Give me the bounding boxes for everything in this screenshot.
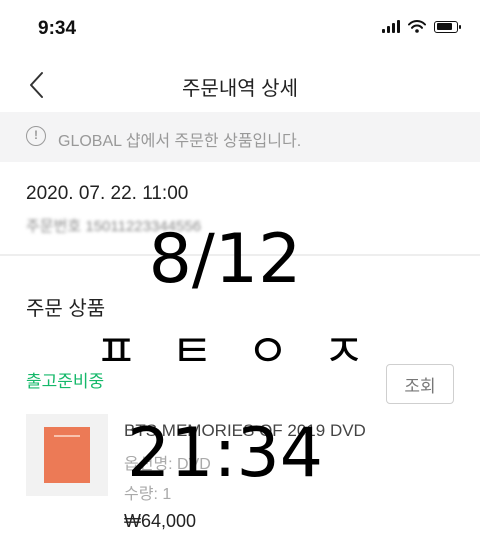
shipping-status: 출고준비중 <box>26 372 105 391</box>
overlay-letter: ㅈ <box>322 324 365 378</box>
overlay-letter: ㅇ <box>246 324 290 378</box>
overlay-letters: ㅍ ㅌ ㅇ ㅈ <box>95 326 365 376</box>
overlay-letter: ㅌ <box>170 324 214 378</box>
info-icon: ! <box>26 126 46 146</box>
overlay-time: 21:34 <box>127 414 323 493</box>
wifi-icon <box>408 20 426 33</box>
overlay-letter: ㅍ <box>95 324 138 378</box>
battery-icon <box>434 20 461 33</box>
notice-text: GLOBAL 샵에서 주문한 상품입니다. <box>58 133 302 150</box>
overlay-date: 8/12 <box>148 220 302 299</box>
status-icons <box>382 20 461 33</box>
cellular-signal-icon <box>382 20 400 33</box>
status-time: 9:34 <box>38 18 77 39</box>
product-price: ₩64,000 <box>124 511 197 531</box>
track-shipment-button[interactable]: 조회 <box>386 364 454 404</box>
page-title: 주문내역 상세 <box>182 78 298 100</box>
order-date: 2020. 07. 22. 11:00 <box>26 183 189 204</box>
